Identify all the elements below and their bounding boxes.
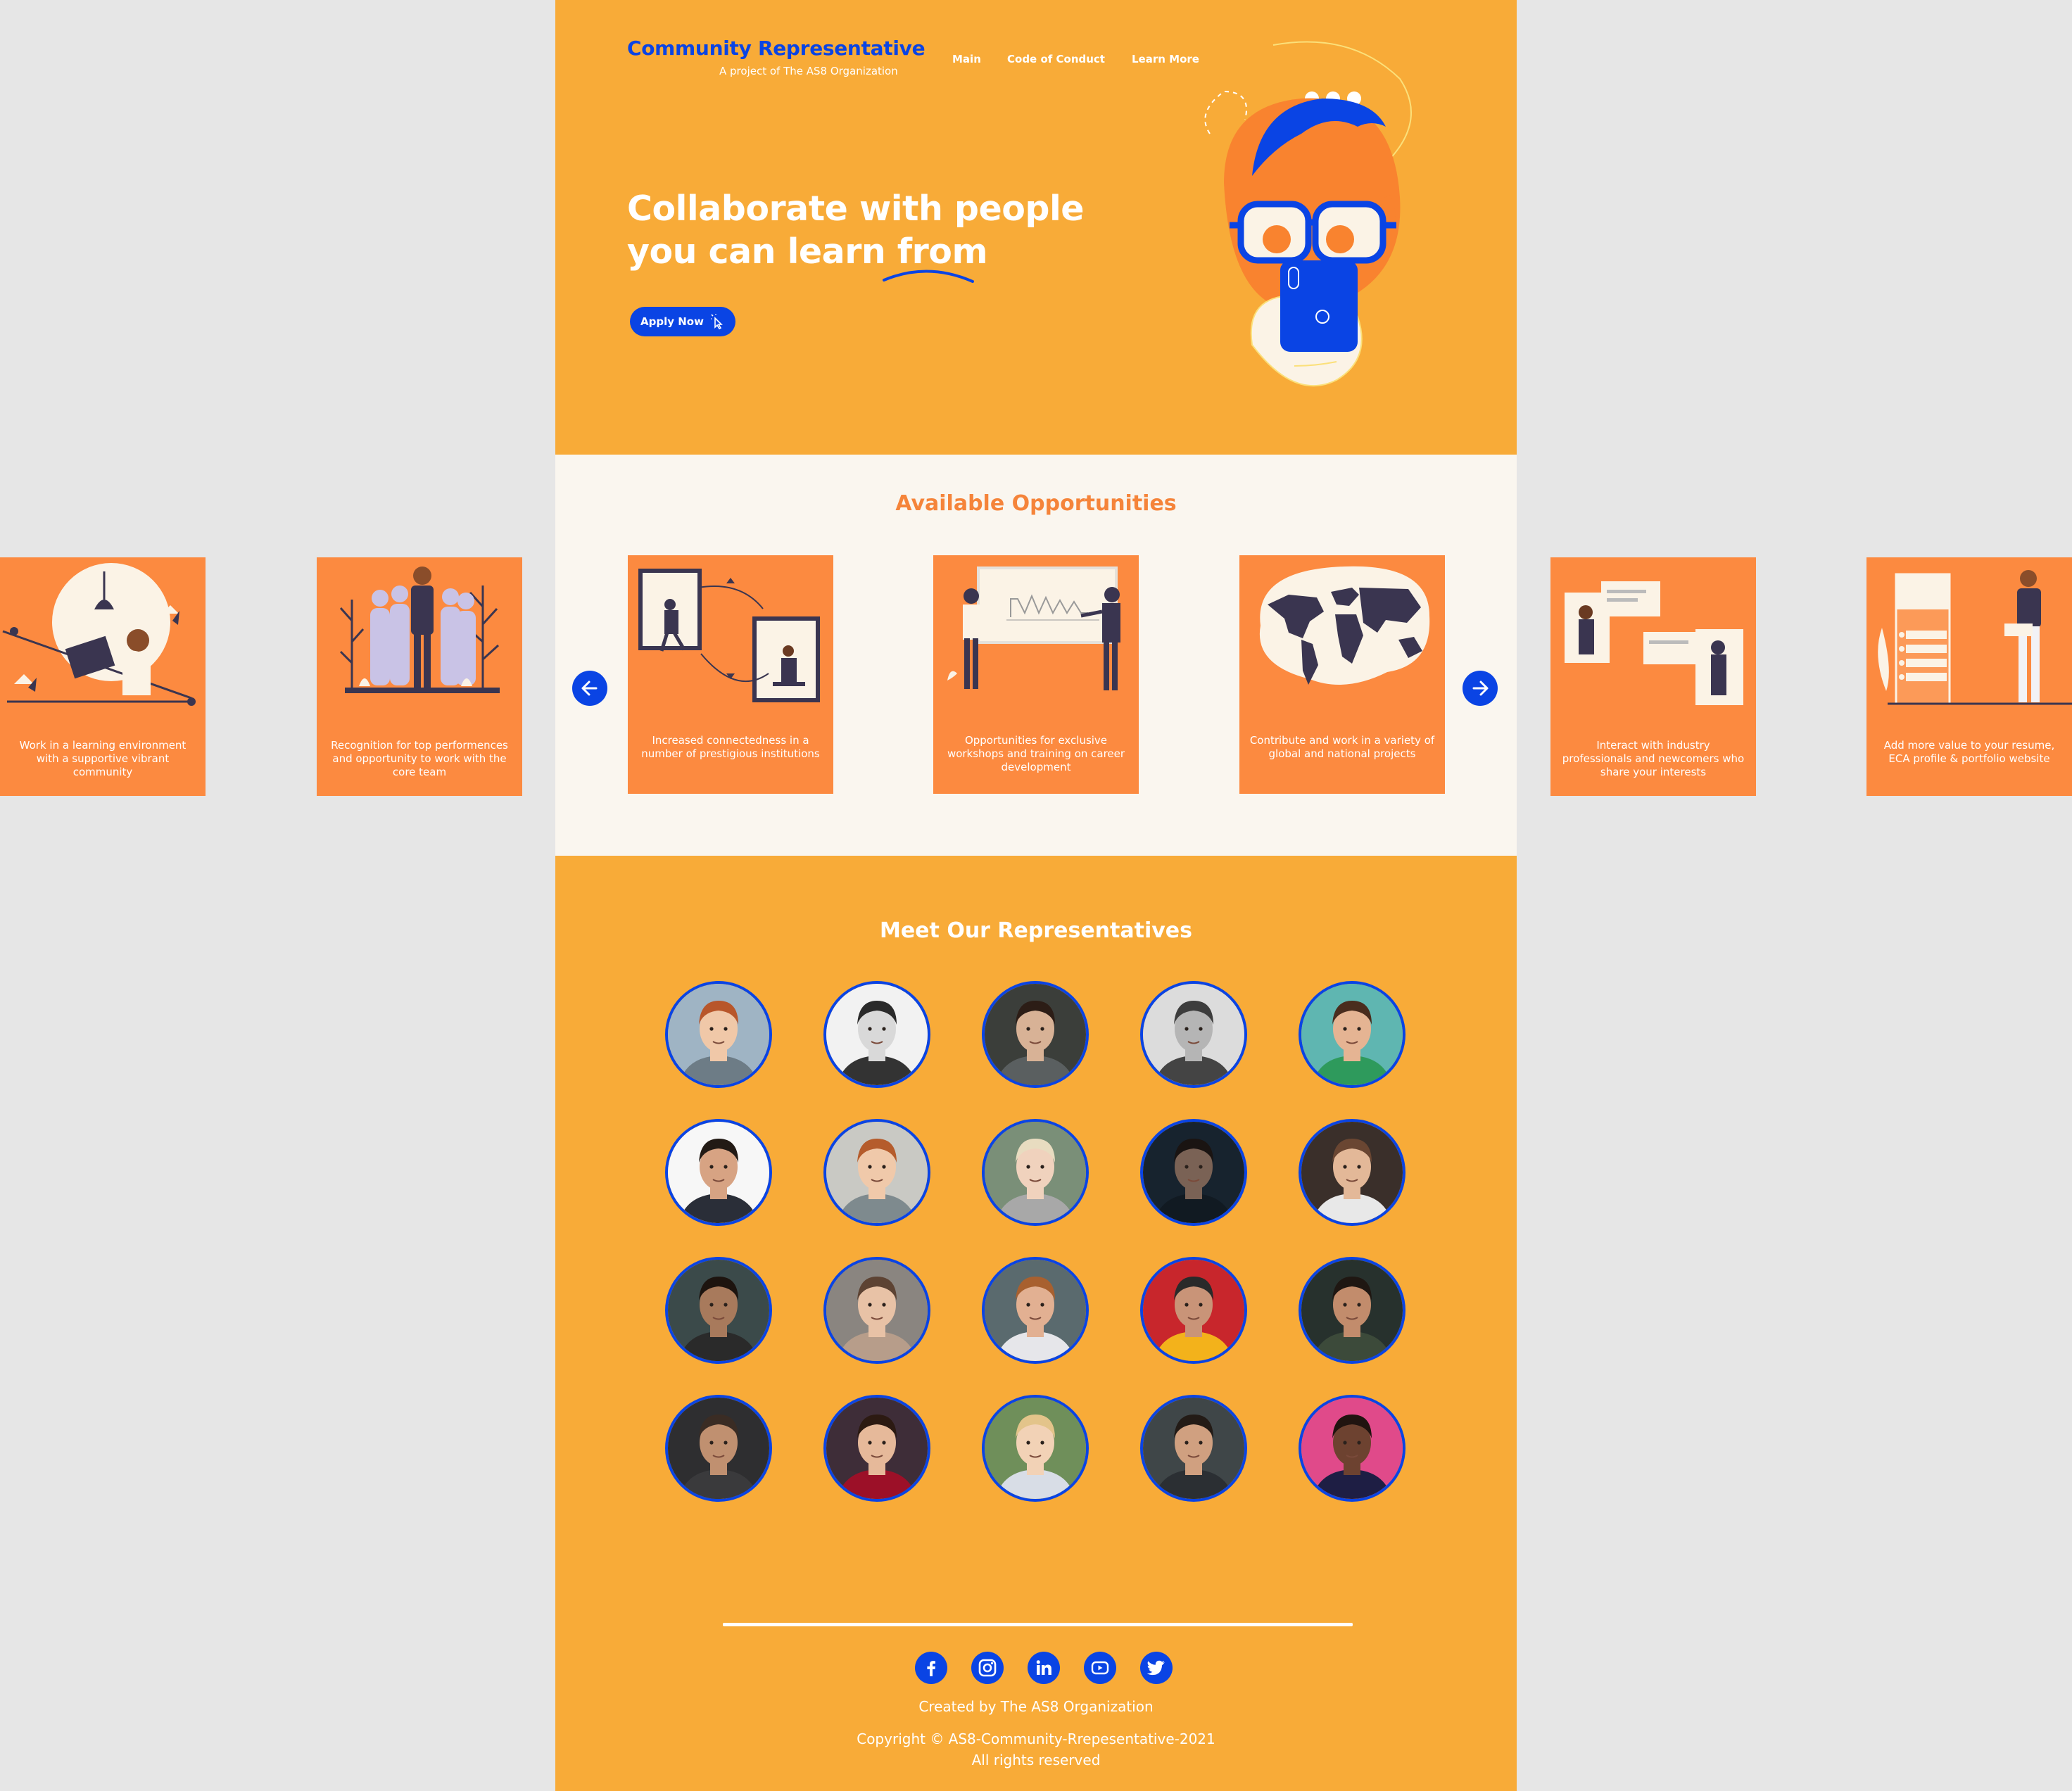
opportunity-card[interactable]: Opportunities for exclusive workshops an… (933, 555, 1139, 794)
nav-item-main[interactable]: Main (952, 53, 981, 65)
card-text: Contribute and work in a variety of glob… (1249, 734, 1435, 760)
opportunity-card[interactable]: Interact with industry professionals and… (1550, 557, 1756, 796)
main-page: Community Representative A project of Th… (555, 0, 1517, 1791)
opportunity-card[interactable]: Increased connectedness in a number of p… (628, 555, 833, 794)
opportunities-section: Available Opportunities Increased connec… (555, 455, 1517, 856)
portrait-photo (1301, 1398, 1403, 1499)
representative-avatar[interactable] (1140, 1395, 1247, 1502)
portrait-photo (985, 984, 1086, 1085)
portrait-photo (826, 984, 928, 1085)
twitter-icon (1147, 1660, 1165, 1676)
representative-avatar[interactable] (665, 981, 772, 1088)
portrait-photo (668, 984, 769, 1085)
pointer-cursor-icon (710, 314, 723, 329)
twitter-link[interactable] (1140, 1652, 1173, 1684)
linkedin-link[interactable] (1028, 1652, 1060, 1684)
representative-avatar[interactable] (1299, 1257, 1405, 1364)
card-text: Add more value to your resume, ECA profi… (1883, 739, 2055, 765)
hero-heading-line1: Collaborate with people (627, 189, 1084, 229)
arrow-right-icon (1472, 681, 1489, 696)
portrait-photo (985, 1122, 1086, 1223)
representative-avatar[interactable] (1140, 1119, 1247, 1226)
brand-subtitle: A project of The AS8 Organization (719, 65, 898, 77)
facebook-icon (927, 1661, 935, 1676)
representative-avatar[interactable] (1140, 981, 1247, 1088)
representative-avatar[interactable] (982, 1395, 1089, 1502)
hero-heading-line2: you can learn from (627, 232, 988, 272)
representative-avatar[interactable] (982, 981, 1089, 1088)
representative-avatar[interactable] (823, 981, 930, 1088)
portrait-photo (1301, 1122, 1403, 1223)
representative-avatar[interactable] (982, 1119, 1089, 1226)
portrait-photo (1143, 1122, 1244, 1223)
representative-avatar[interactable] (823, 1257, 930, 1364)
rights-text: All rights reserved (971, 1752, 1101, 1768)
representative-avatar[interactable] (1140, 1257, 1247, 1364)
card-text: Increased connectedness in a number of p… (641, 734, 820, 760)
opportunity-card[interactable]: Recognition for top performences and opp… (317, 557, 522, 796)
representative-avatar[interactable] (1299, 1119, 1405, 1226)
opportunity-card[interactable]: Contribute and work in a variety of glob… (1239, 555, 1445, 794)
portrait-photo (826, 1260, 928, 1361)
created-by-text: Created by The AS8 Organization (918, 1698, 1154, 1715)
representative-avatar[interactable] (982, 1257, 1089, 1364)
linkedin-icon (1036, 1660, 1051, 1675)
portrait-photo (668, 1398, 769, 1499)
representative-avatar[interactable] (665, 1395, 772, 1502)
portrait-photo (668, 1122, 769, 1223)
youtube-link[interactable] (1084, 1652, 1116, 1684)
opportunity-card[interactable]: Add more value to your resume, ECA profi… (1866, 557, 2072, 796)
representative-avatar[interactable] (823, 1119, 930, 1226)
carousel-next-button[interactable] (1463, 671, 1498, 706)
carousel-prev-button[interactable] (572, 671, 607, 706)
representative-avatar[interactable] (665, 1257, 772, 1364)
hero-illustration (1204, 41, 1412, 387)
portrait-photo (1143, 984, 1244, 1085)
portrait-photo (826, 1122, 928, 1223)
portrait-photo (985, 1260, 1086, 1361)
section-title: Meet Our Representatives (879, 918, 1193, 943)
brand-title[interactable]: Community Representative (627, 37, 926, 60)
nav-item-code-of-conduct[interactable]: Code of Conduct (1007, 53, 1105, 65)
arrow-left-icon (581, 681, 598, 696)
portrait-photo (1143, 1260, 1244, 1361)
portrait-photo (1301, 1260, 1403, 1361)
nav-item-learn-more[interactable]: Learn More (1132, 53, 1199, 65)
apply-now-label: Apply Now (640, 315, 704, 328)
card-text: Recognition for top performences and opp… (331, 739, 508, 778)
portrait-photo (985, 1398, 1086, 1499)
representative-avatar[interactable] (1299, 981, 1405, 1088)
representative-avatar[interactable] (1299, 1395, 1405, 1502)
copyright-text: Copyright © AS8-Community-Rrepesentative… (857, 1730, 1215, 1747)
hero-section: Community Representative A project of Th… (555, 0, 1517, 455)
card-text: Opportunities for exclusive workshops an… (947, 734, 1125, 773)
apply-now-button[interactable]: Apply Now (630, 307, 735, 336)
portrait-photo (1143, 1398, 1244, 1499)
instagram-icon (978, 1659, 997, 1677)
portrait-photo (826, 1398, 928, 1499)
representative-avatar[interactable] (823, 1395, 930, 1502)
underline-curve (883, 270, 974, 283)
card-text: Interact with industry professionals and… (1562, 739, 1745, 778)
card-text: Work in a learning environment with a su… (19, 739, 187, 778)
youtube-icon (1091, 1661, 1109, 1675)
portrait-photo (1301, 984, 1403, 1085)
representative-avatar[interactable] (665, 1119, 772, 1226)
portrait-photo (668, 1260, 769, 1361)
hero-heading: Collaborate with people you can learn fr… (627, 187, 1120, 273)
opportunity-card[interactable]: Work in a learning environment with a su… (0, 557, 206, 796)
section-title: Available Opportunities (895, 491, 1177, 516)
footer-divider (723, 1623, 1353, 1626)
facebook-link[interactable] (915, 1652, 947, 1684)
instagram-link[interactable] (971, 1652, 1004, 1684)
